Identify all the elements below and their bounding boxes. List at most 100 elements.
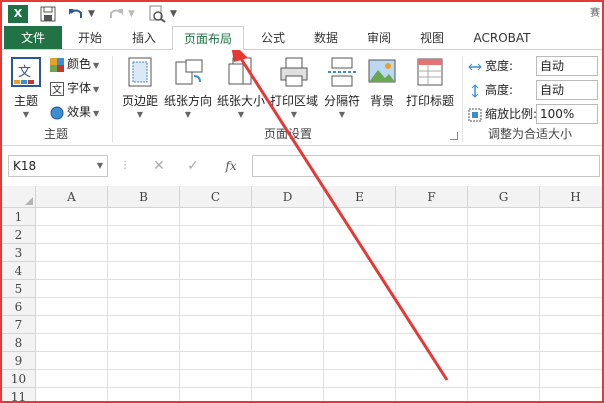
column-header[interactable]: C (180, 186, 252, 208)
print-area-button[interactable]: 打印区域 ▼ (266, 56, 322, 119)
themes-button[interactable]: 文 主题 ▼ (6, 56, 46, 119)
cancel-icon[interactable]: ✕ (150, 156, 168, 176)
themes-group-label: 主题 (43, 127, 68, 141)
scale-group-label: 调整为合适大小 (487, 127, 572, 141)
chevron-down-icon: ▼ (93, 61, 100, 70)
enter-icon[interactable]: ✓ (184, 156, 202, 176)
height-label: 高度: (485, 83, 514, 97)
margins-label: 页边距 (121, 94, 158, 108)
svg-text:文: 文 (18, 65, 31, 80)
tab-view[interactable]: 视图 (406, 26, 458, 50)
margins-icon (124, 56, 156, 88)
name-box-value: K18 (13, 159, 37, 173)
ribbon-tabs: 文件 开始 插入 页面布局 公式 数据 审阅 视图 ACROBAT (2, 26, 602, 50)
window-title-glyph: 赛 (590, 8, 600, 19)
page-setup-group-label: 页面设置 (263, 127, 312, 141)
scale-row: 缩放比例: (468, 104, 537, 124)
chevron-down-icon: ▼ (290, 110, 298, 119)
save-icon[interactable] (40, 5, 56, 23)
dialog-launcher-icon[interactable] (450, 132, 458, 140)
tab-file[interactable]: 文件 (4, 26, 62, 50)
height-row: 高度: (468, 80, 513, 100)
redo-icon[interactable] (108, 5, 124, 23)
select-all-button[interactable] (2, 186, 36, 208)
tab-data[interactable]: 数据 (300, 26, 352, 50)
tab-formulas[interactable]: 公式 (246, 26, 300, 50)
background-icon (366, 56, 398, 88)
quick-access-toolbar: X ▼ ▼ ▼ 赛 (2, 2, 602, 26)
select-all-icon (25, 197, 33, 205)
row-header[interactable]: 9 (2, 352, 36, 370)
row-header[interactable]: 8 (2, 334, 36, 352)
tab-page-layout[interactable]: 页面布局 (172, 26, 244, 50)
chevron-down-icon: ▼ (93, 109, 100, 118)
ribbon-panel: 文 主题 ▼ 颜色 ▼ 文字体 ▼ 效果 ▼ 主题 页边距 ▼ 纸张方向 ▼ 纸… (2, 49, 602, 146)
row-header[interactable]: 11 (2, 388, 36, 401)
row-header[interactable]: 4 (2, 262, 36, 280)
breaks-label: 分隔符 (323, 94, 360, 108)
chevron-down-icon: ▼ (184, 110, 192, 119)
tab-review[interactable]: 审阅 (352, 26, 406, 50)
fonts-button[interactable]: 文字体 ▼ (50, 78, 99, 98)
column-header[interactable]: H (540, 186, 602, 208)
height-select[interactable]: 自动 (536, 80, 598, 100)
chevron-down-icon: ▼ (22, 110, 30, 119)
insert-function-icon[interactable]: fx (220, 156, 242, 176)
undo-dropdown-icon[interactable]: ▼ (88, 5, 98, 23)
themes-icon: 文 (10, 56, 42, 88)
column-header[interactable]: B (108, 186, 180, 208)
cell-area[interactable] (36, 208, 602, 401)
width-row: 宽度: (468, 56, 513, 76)
name-box[interactable]: K18 ▼ (8, 155, 108, 177)
resize-handle-icon[interactable]: ⋮ (120, 156, 130, 176)
formula-input[interactable] (252, 155, 600, 177)
orientation-button[interactable]: 纸张方向 ▼ (162, 56, 214, 119)
orientation-icon (172, 56, 204, 88)
fonts-icon: 文 (50, 81, 64, 96)
tab-acrobat[interactable]: ACROBAT (458, 26, 546, 50)
column-header[interactable]: D (252, 186, 324, 208)
width-select[interactable]: 自动 (536, 56, 598, 76)
row-header[interactable]: 6 (2, 298, 36, 316)
customize-qat-icon[interactable]: ▼ (170, 5, 180, 23)
column-header[interactable]: F (396, 186, 468, 208)
colors-button[interactable]: 颜色 ▼ (50, 54, 99, 74)
excel-window: X ▼ ▼ ▼ 赛 文件 开始 插入 页面布局 公式 数据 审阅 视图 ACRO… (0, 0, 604, 403)
scale-icon (468, 108, 482, 122)
scale-input[interactable]: 100% (536, 104, 598, 124)
effects-button[interactable]: 效果 ▼ (50, 102, 99, 122)
chevron-down-icon: ▼ (237, 110, 245, 119)
effects-icon (50, 106, 64, 120)
tab-insert[interactable]: 插入 (116, 26, 172, 50)
redo-dropdown-icon[interactable]: ▼ (128, 5, 138, 23)
background-button[interactable]: 背景 (364, 56, 400, 116)
tab-home[interactable]: 开始 (64, 26, 116, 50)
undo-icon[interactable] (68, 5, 84, 23)
row-header[interactable]: 10 (2, 370, 36, 388)
orientation-label: 纸张方向 (163, 94, 212, 108)
margins-button[interactable]: 页边距 ▼ (118, 56, 162, 119)
print-titles-button[interactable]: 打印标题 (402, 56, 458, 116)
chevron-down-icon[interactable]: ▼ (97, 156, 103, 176)
page-size-icon (225, 56, 257, 88)
height-icon (468, 83, 482, 98)
chevron-down-icon: ▼ (136, 110, 144, 119)
row-header[interactable]: 3 (2, 244, 36, 262)
row-header[interactable]: 1 (2, 208, 36, 226)
width-label: 宽度: (485, 59, 514, 73)
row-header[interactable]: 2 (2, 226, 36, 244)
print-preview-icon[interactable] (148, 5, 166, 23)
chevron-down-icon: ▼ (93, 85, 100, 94)
print-area-label: 打印区域 (269, 94, 318, 108)
size-label: 纸张大小 (216, 94, 265, 108)
excel-logo-icon: X (8, 5, 28, 23)
row-header[interactable]: 5 (2, 280, 36, 298)
column-header[interactable]: E (324, 186, 396, 208)
breaks-button[interactable]: 分隔符 ▼ (322, 56, 362, 119)
column-header[interactable]: A (36, 186, 108, 208)
scale-label: 缩放比例: (485, 107, 538, 121)
row-header[interactable]: 7 (2, 316, 36, 334)
print-titles-icon (414, 56, 446, 88)
size-button[interactable]: 纸张大小 ▼ (216, 56, 266, 119)
column-header[interactable]: G (468, 186, 540, 208)
